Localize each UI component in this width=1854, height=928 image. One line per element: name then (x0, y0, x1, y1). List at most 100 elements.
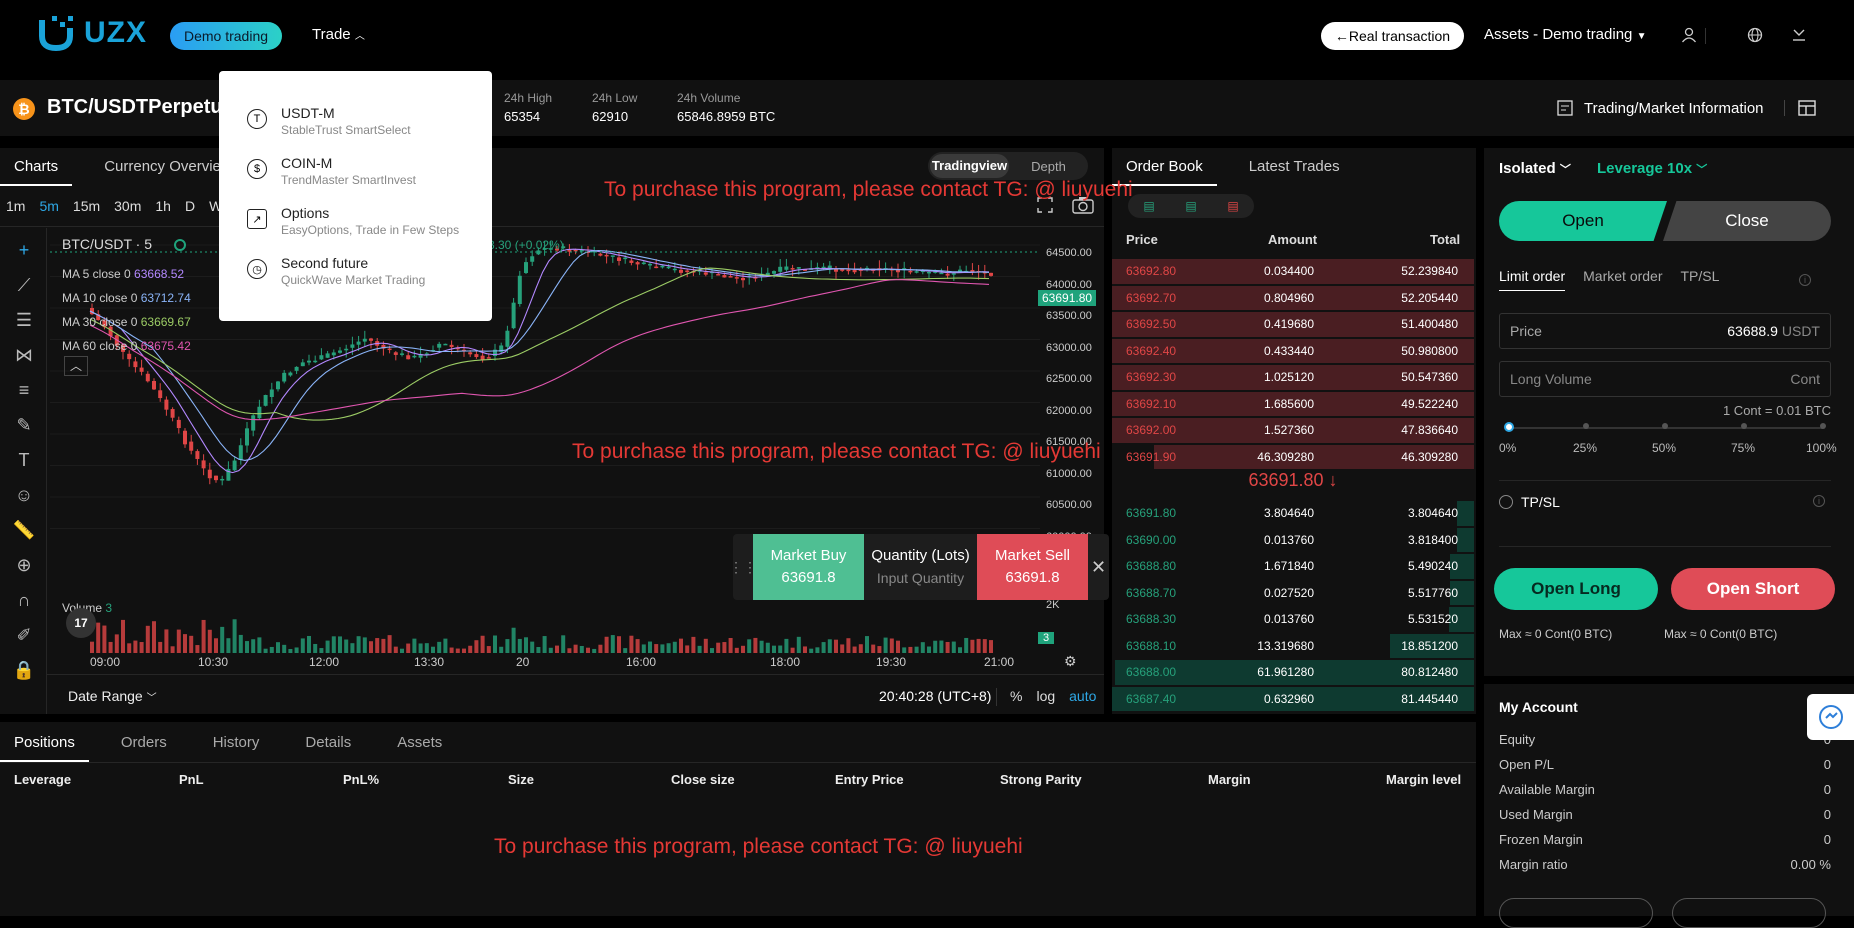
zoom-icon[interactable]: ⊕ (16, 555, 31, 576)
dropdown-item-usdt-m[interactable]: T USDT-M StableTrust SmartSelect (247, 105, 411, 137)
download-icon[interactable] (1788, 24, 1810, 46)
transfer-button[interactable] (1499, 898, 1653, 928)
bid-row[interactable]: 63690.00 0.013760 3.818400 (1112, 527, 1474, 554)
leverage-select[interactable]: Leverage 10x ﹀ (1597, 160, 1707, 177)
interval-1m[interactable]: 1m (6, 198, 25, 214)
info-icon[interactable]: i (1813, 495, 1825, 507)
open-long-button[interactable]: Open Long (1494, 568, 1658, 610)
horizontal-lines-icon[interactable]: ☰ (16, 310, 32, 331)
chart-view-toggle[interactable]: Tradingview Depth (928, 152, 1088, 180)
dropdown-item-coin-m[interactable]: $ COIN-M TrendMaster SmartInvest (247, 155, 416, 187)
tab-tpsl[interactable]: TP/SL (1681, 268, 1720, 291)
bid-row[interactable]: 63687.40 0.632960 81.445440 (1112, 686, 1474, 713)
volume-slider[interactable] (1504, 422, 1826, 432)
bid-row[interactable]: 63688.30 0.013760 5.531520 (1112, 606, 1474, 633)
date-range-button[interactable]: Date Range ﹀ (68, 688, 157, 704)
both-sides-icon[interactable]: ▤ (1143, 199, 1154, 213)
text-icon[interactable]: T (19, 450, 30, 471)
margin-mode-select[interactable]: Isolated ﹀ (1499, 160, 1571, 177)
asks-only-icon[interactable]: ▤ (1227, 199, 1238, 213)
auto-scale-toggle[interactable]: auto (1069, 688, 1096, 704)
tab-assets[interactable]: Assets (383, 724, 456, 762)
lock-icon[interactable]: 🔒 (13, 660, 35, 681)
volume-bar (902, 647, 907, 653)
crosshair-icon[interactable]: + (19, 240, 30, 261)
user-icon[interactable] (1678, 24, 1700, 46)
interval-1h[interactable]: 1h (155, 198, 171, 214)
collapse-legend-button[interactable]: ︿ (64, 356, 88, 376)
globe-icon[interactable] (1744, 24, 1766, 46)
dropdown-item-options[interactable]: ↗ Options EasyOptions, Trade in Few Steps (247, 205, 459, 237)
magnet-icon[interactable]: ∩ (18, 590, 31, 611)
market-sell-button[interactable]: Market Sell 63691.8 (977, 534, 1088, 600)
ask-row[interactable]: 63692.30 1.025120 50.547360 (1112, 364, 1474, 391)
tab-orders[interactable]: Orders (107, 724, 181, 762)
lock-pencil-icon[interactable]: ✐ (16, 625, 31, 646)
ask-row[interactable]: 63692.40 0.433440 50.980800 (1112, 338, 1474, 365)
bid-row[interactable]: 63688.00 61.961280 80.812480 (1112, 659, 1474, 686)
tab-latest-trades[interactable]: Latest Trades (1233, 148, 1356, 186)
real-transaction-button[interactable]: ← Real transaction (1321, 22, 1464, 50)
stat-value: 65846.8959 BTC (677, 109, 776, 124)
settings-icon[interactable]: ⚙ (1064, 653, 1077, 670)
interval-5m[interactable]: 5m (39, 198, 58, 214)
demo-trading-button[interactable]: Demo trading (170, 22, 282, 50)
slider-handle[interactable] (1504, 422, 1514, 432)
ruler-icon[interactable]: 📏 (13, 520, 35, 541)
close-icon[interactable]: ✕ (1088, 534, 1109, 600)
interval-d[interactable]: D (185, 198, 195, 214)
bid-row[interactable]: 63688.80 1.671840 5.490240 (1112, 553, 1474, 580)
fib-icon[interactable]: ≡ (19, 380, 30, 401)
bids-only-icon[interactable]: ▤ (1185, 199, 1196, 213)
info-icon[interactable]: i (1799, 274, 1811, 286)
dropdown-item-second-future[interactable]: ◷ Second future QuickWave Market Trading (247, 255, 425, 287)
ask-row[interactable]: 63692.50 0.419680 51.400480 (1112, 311, 1474, 338)
depth-option[interactable]: Depth (1009, 159, 1088, 174)
tab-history[interactable]: History (199, 724, 274, 762)
ask-row[interactable]: 63691.90 46.309280 46.309280 (1112, 444, 1474, 471)
pair-name[interactable]: BTC/USDTPerpetu (47, 96, 223, 119)
trade-menu[interactable]: Trade ︿ (312, 26, 365, 43)
tradingview-option[interactable]: Tradingview (930, 154, 1009, 178)
ma-label: MA 10 close 0 (62, 291, 138, 305)
ask-row[interactable]: 63692.80 0.034400 52.239840 (1112, 258, 1474, 285)
logo[interactable]: UZX (38, 14, 147, 52)
ask-row[interactable]: 63692.00 1.527360 47.836640 (1112, 417, 1474, 444)
percent-scale-toggle[interactable]: % (1010, 688, 1022, 704)
pattern-icon[interactable]: ⋈ (15, 345, 33, 366)
interval-30m[interactable]: 30m (114, 198, 141, 214)
quantity-input[interactable]: Quantity (Lots) Input Quantity (864, 534, 977, 600)
bid-row[interactable]: 63688.10 13.319680 18.851200 (1112, 633, 1474, 660)
open-short-button[interactable]: Open Short (1671, 568, 1835, 610)
market-buy-button[interactable]: Market Buy 63691.8 (753, 534, 864, 600)
ask-row[interactable]: 63692.70 0.804960 52.205440 (1112, 285, 1474, 312)
open-tab[interactable]: Open (1499, 201, 1667, 241)
tpsl-checkbox[interactable]: TP/SL (1499, 494, 1560, 510)
log-scale-toggle[interactable]: log (1036, 688, 1055, 704)
close-tab[interactable]: Close (1663, 201, 1831, 241)
ask-row[interactable]: 63692.10 1.685600 49.522240 (1112, 391, 1474, 418)
tab-market-order[interactable]: Market order (1583, 268, 1662, 291)
interval-15m[interactable]: 15m (73, 198, 100, 214)
tab-details[interactable]: Details (291, 724, 365, 762)
volume-bar (734, 647, 739, 653)
tab-charts[interactable]: Charts (0, 148, 73, 186)
emoji-icon[interactable]: ☺ (15, 485, 33, 506)
volume-bar (152, 621, 156, 653)
bid-row[interactable]: 63691.80 3.804640 3.804640 (1112, 500, 1474, 527)
account-title: My Account (1499, 699, 1578, 715)
support-chat-icon[interactable] (1807, 694, 1854, 740)
layout-icon[interactable] (1797, 98, 1817, 121)
drag-handle-icon[interactable]: ⋮⋮ (729, 534, 757, 600)
candle-body (170, 409, 175, 418)
trendline-icon[interactable]: ⟋ (18, 275, 31, 296)
deposit-button[interactable] (1672, 898, 1826, 928)
bid-row[interactable]: 63688.70 0.027520 5.517760 (1112, 580, 1474, 607)
price-input[interactable]: Price 63688.9 USDT (1499, 313, 1831, 349)
tab-limit-order[interactable]: Limit order (1499, 268, 1566, 291)
brush-icon[interactable]: ✎ (16, 415, 31, 436)
assets-menu[interactable]: Assets - Demo trading ▼ (1484, 26, 1646, 43)
market-info-link[interactable]: Trading/Market Information (1556, 99, 1795, 117)
tab-positions[interactable]: Positions (0, 724, 89, 762)
long-volume-input[interactable]: Long Volume Cont (1499, 361, 1831, 397)
